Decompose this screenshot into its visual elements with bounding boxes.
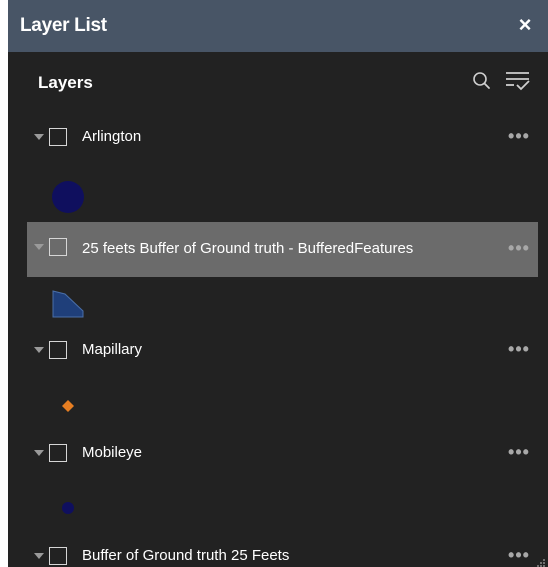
layer-name: Mobileye <box>82 444 143 461</box>
expand-arrow-icon[interactable] <box>34 553 44 559</box>
layers-section-label: Layers <box>38 73 93 92</box>
layer-name: Buffer of Ground truth 25 Feets <box>82 547 290 564</box>
more-options-icon[interactable]: ••• <box>506 236 532 260</box>
layer-row-mobileye[interactable]: Mobileye ••• <box>27 430 538 482</box>
filter-list-icon[interactable] <box>503 68 533 94</box>
legend-polygon-symbol <box>51 289 85 324</box>
layer-visibility-checkbox[interactable] <box>49 547 67 565</box>
layer-visibility-checkbox[interactable] <box>49 341 67 359</box>
panel-titlebar: Layer List × <box>8 0 548 52</box>
layer-name: Arlington <box>82 128 142 145</box>
legend-diamond-symbol <box>60 398 76 419</box>
layer-row-arlington[interactable]: Arlington ••• <box>27 114 538 166</box>
layer-row-buffer-of-ground-truth[interactable]: Buffer of Ground truth 25 Feets ••• <box>27 533 538 567</box>
panel-title: Layer List <box>20 15 107 36</box>
close-button[interactable]: × <box>514 12 536 38</box>
more-options-icon[interactable]: ••• <box>506 124 532 148</box>
expand-arrow-icon[interactable] <box>34 134 44 140</box>
layer-name: 25 feets Buffer of Ground truth - Buffer… <box>82 240 414 257</box>
layer-visibility-checkbox[interactable] <box>49 444 67 462</box>
more-options-icon[interactable]: ••• <box>506 440 532 464</box>
layer-name: Mapillary <box>82 341 143 358</box>
layer-visibility-checkbox[interactable] <box>49 238 67 256</box>
expand-arrow-icon[interactable] <box>34 244 44 250</box>
expand-arrow-icon[interactable] <box>34 450 44 456</box>
layer-visibility-checkbox[interactable] <box>49 128 67 146</box>
expand-arrow-icon[interactable] <box>34 347 44 353</box>
legend-circle-symbol <box>50 180 86 221</box>
layer-row-mapillary[interactable]: Mapillary ••• <box>27 327 538 379</box>
resize-grip-icon[interactable] <box>536 555 546 567</box>
search-icon[interactable] <box>471 70 493 92</box>
more-options-icon[interactable]: ••• <box>506 543 532 567</box>
layer-row-25-feets-buffer[interactable]: 25 feets Buffer of Ground truth - Buffer… <box>27 222 538 277</box>
layer-list-panel: Layer List × Layers Arlington ••• 25 fee… <box>8 0 548 567</box>
more-options-icon[interactable]: ••• <box>506 337 532 361</box>
legend-dot-symbol <box>60 500 76 521</box>
